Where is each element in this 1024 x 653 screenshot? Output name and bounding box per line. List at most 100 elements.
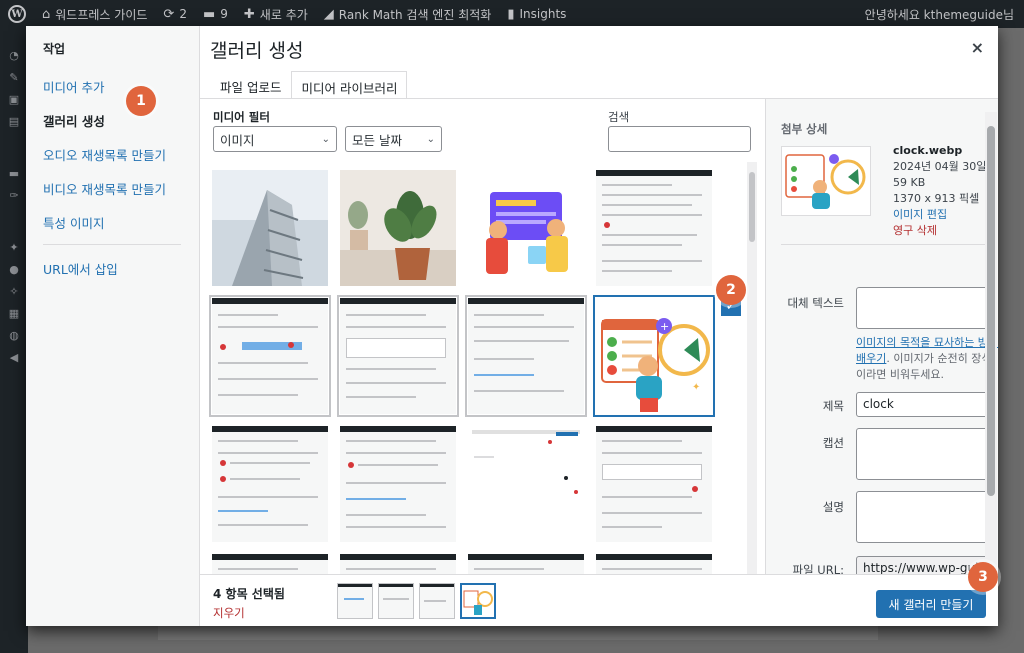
attachment-thumbnail[interactable] xyxy=(468,426,584,542)
screenshot-thumbnail xyxy=(420,584,454,618)
attachment-thumbnail[interactable] xyxy=(212,170,328,286)
tools-icon[interactable]: ✧ xyxy=(0,280,28,302)
users-icon[interactable]: ● xyxy=(0,258,28,280)
seo-icon[interactable]: ◍ xyxy=(0,324,28,346)
clear-selection-link[interactable]: 지우기 xyxy=(213,605,245,621)
attachments-scrollbar[interactable] xyxy=(747,162,757,600)
selection-thumb-active[interactable] xyxy=(460,583,496,619)
dashboard-icon[interactable]: ◔ xyxy=(0,44,28,66)
attachment-details-sidebar: 첨부 상세 clock.webp 2024년 04월 30일 59 KB 137… xyxy=(765,99,998,574)
updates-link[interactable]: ⟳ 2 xyxy=(155,7,195,22)
appearance-icon[interactable]: ✑ xyxy=(0,184,28,206)
attachment-thumbnail[interactable] xyxy=(340,554,456,574)
scrollbar-thumb[interactable] xyxy=(749,172,755,242)
media-frame-toolbar: 4 항목 선택됨 지우기 새 갤러리 만들기 xyxy=(200,574,998,626)
clock-illustration-mini xyxy=(462,585,494,617)
scrollbar-thumb[interactable] xyxy=(987,126,995,496)
rank-math-icon: ◢ xyxy=(323,6,334,22)
attachment-thumbnail-checked[interactable] xyxy=(340,298,456,414)
menu-item-audio-playlist[interactable]: 오디오 재생목록 만들기 xyxy=(26,141,199,168)
settings-icon[interactable]: ▦ xyxy=(0,302,28,324)
building-photo xyxy=(212,170,328,286)
date-select[interactable]: 모든 날짜 ⌄ xyxy=(345,126,442,152)
date-value: 모든 날짜 xyxy=(352,132,402,148)
menu-item-insert-from-url[interactable]: URL에서 삽입 xyxy=(26,255,199,282)
modal-title: 갤러리 생성 xyxy=(210,40,304,62)
attachment-thumbnail[interactable] xyxy=(340,426,456,542)
caption-field[interactable] xyxy=(856,428,996,480)
edit-image-link[interactable]: 이미지 편집 xyxy=(893,207,986,223)
search-input[interactable] xyxy=(608,126,751,152)
rank-math-link[interactable]: ◢ Rank Math 검색 엔진 최적화 xyxy=(316,6,500,23)
admin-bar: W ⌂ 워드프레스 가이드 ⟳ 2 ▬ 9 ✚ 새로 추가 ◢ Rank Math 검색 … xyxy=(0,0,1024,28)
account-link[interactable]: 안녕하세요 kthemeguide님 xyxy=(857,6,1024,23)
attachment-thumbnail[interactable] xyxy=(596,426,712,542)
attachment-thumbnail[interactable] xyxy=(596,170,712,286)
screenshot-thumbnail xyxy=(468,426,584,542)
alt-text-label: 대체 텍스트 xyxy=(787,296,844,310)
illustration-image xyxy=(468,170,584,286)
updates-count: 2 xyxy=(179,7,187,21)
attachment-thumbnail-checked[interactable] xyxy=(212,298,328,414)
delete-permanently-link[interactable]: 영구 삭제 xyxy=(893,223,986,239)
wordpress-logo[interactable]: W xyxy=(0,5,34,23)
menu-separator xyxy=(43,244,181,245)
callout-badge-2: 2 xyxy=(716,275,746,305)
description-field[interactable] xyxy=(856,491,996,543)
media-icon[interactable]: ▣ xyxy=(0,88,28,110)
screenshot-thumbnail xyxy=(212,298,328,414)
screenshot-thumbnail xyxy=(596,170,712,286)
dimensions: 1370 x 913 픽셀 xyxy=(893,192,980,205)
attachment-thumbnail[interactable] xyxy=(212,554,328,574)
posts-icon[interactable]: ✎ xyxy=(0,66,28,88)
attachment-thumbnail[interactable] xyxy=(596,554,712,574)
screenshot-thumbnail xyxy=(596,554,712,574)
details-thumbnail xyxy=(781,146,871,216)
screenshot-thumbnail xyxy=(340,554,456,574)
selection-thumb[interactable] xyxy=(378,583,414,619)
attachment-thumbnail[interactable] xyxy=(212,426,328,542)
comments-link[interactable]: ▬ 9 xyxy=(195,7,236,22)
site-name-link[interactable]: ⌂ 워드프레스 가이드 xyxy=(34,6,155,23)
insights-link[interactable]: ▮ Insights xyxy=(499,7,574,22)
menu-item-create-gallery[interactable]: 갤러리 생성 xyxy=(26,107,199,134)
media-type-select[interactable]: 이미지 ⌄ xyxy=(213,126,337,152)
wordpress-icon: W xyxy=(8,5,26,23)
selection-thumb[interactable] xyxy=(419,583,455,619)
file-size: 59 KB xyxy=(893,176,926,189)
attachment-thumbnail[interactable] xyxy=(468,170,584,286)
title-field[interactable]: clock xyxy=(856,392,996,417)
chevron-down-icon: ⌄ xyxy=(426,133,435,145)
attachment-thumbnail[interactable] xyxy=(340,170,456,286)
menu-item-video-playlist[interactable]: 비디오 재생목록 만들기 xyxy=(26,175,199,202)
alt-text-field[interactable] xyxy=(856,287,996,329)
new-label: 새로 추가 xyxy=(259,7,308,22)
sidebar-scrollbar[interactable] xyxy=(985,112,997,584)
attachment-thumbnail[interactable] xyxy=(468,554,584,574)
callout-badge-1: 1 xyxy=(126,86,156,116)
title-label: 제목 xyxy=(822,399,844,413)
screenshot-thumbnail xyxy=(212,426,328,542)
attachments-grid: ✓ ✓ ✓ xyxy=(200,159,747,574)
selection-thumb[interactable] xyxy=(337,583,373,619)
attachment-thumbnail-selected[interactable]: + ✦ xyxy=(596,298,712,414)
menu-item-add-media[interactable]: 미디어 추가 xyxy=(26,73,199,100)
menu-item-featured-image[interactable]: 특성 이미지 xyxy=(26,209,199,236)
pages-icon[interactable]: ▤ xyxy=(0,110,28,132)
new-content-link[interactable]: ✚ 새로 추가 xyxy=(236,6,316,23)
chevron-down-icon: ⌄ xyxy=(321,133,330,145)
close-icon[interactable]: × xyxy=(971,38,984,57)
rank-math-label: Rank Math 검색 엔진 최적화 xyxy=(338,7,492,22)
screenshot-thumbnail xyxy=(379,584,413,618)
comments-count: 9 xyxy=(220,7,228,21)
filename: clock.webp xyxy=(893,144,963,157)
menu-title: 작업 xyxy=(43,42,66,56)
details-title: 첨부 상세 xyxy=(781,122,828,136)
collapse-icon[interactable]: ◀ xyxy=(0,346,28,368)
create-gallery-button[interactable]: 새 갤러리 만들기 xyxy=(876,590,986,618)
comments-menu-icon[interactable]: ▬ xyxy=(0,162,28,184)
plugins-icon[interactable]: ✦ xyxy=(0,236,28,258)
attachment-thumbnail-checked[interactable] xyxy=(468,298,584,414)
clock-illustration-small xyxy=(785,154,866,209)
plant-photo xyxy=(340,170,456,286)
